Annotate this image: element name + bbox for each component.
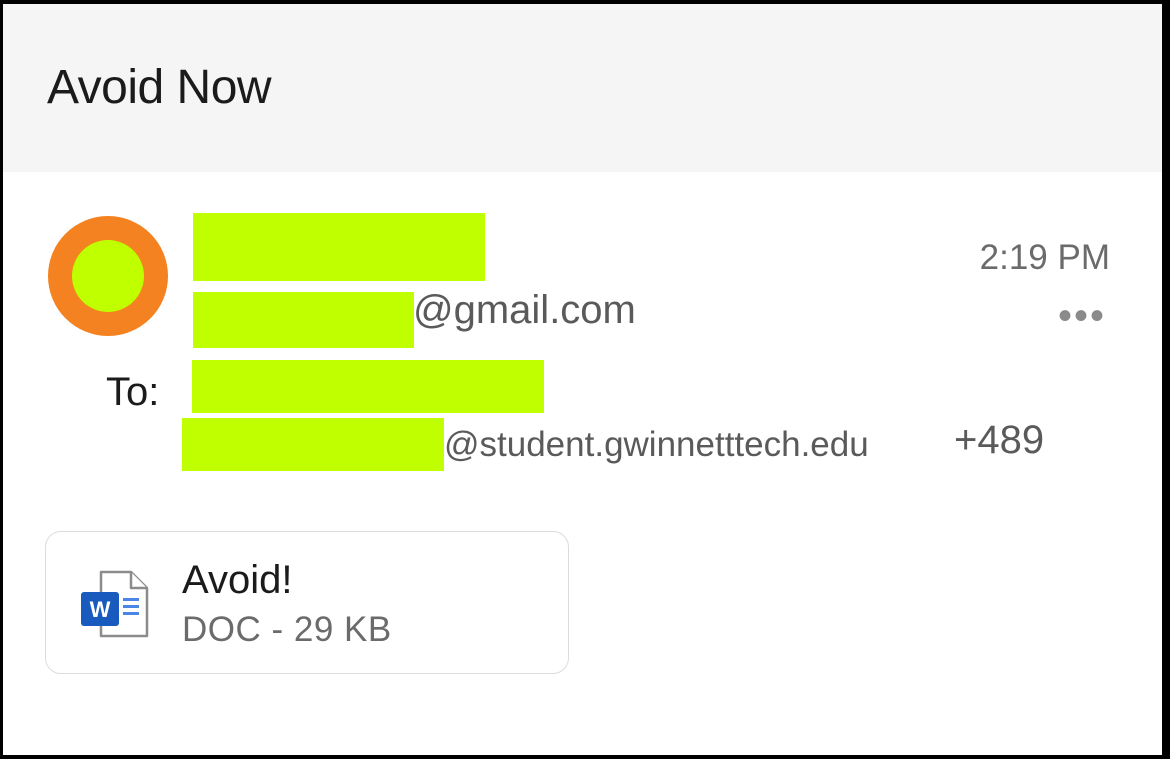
sender-avatar[interactable] bbox=[48, 216, 168, 336]
message-header: Avoid Now bbox=[3, 4, 1162, 172]
attachment-name: Avoid! bbox=[182, 558, 293, 602]
sender-email-domain[interactable]: @gmail.com bbox=[413, 288, 636, 333]
word-doc-icon: W bbox=[81, 570, 149, 638]
avatar-redaction bbox=[72, 240, 144, 312]
more-recipients-count[interactable]: +489 bbox=[954, 418, 1044, 463]
sender-email-redaction bbox=[193, 292, 414, 348]
email-view: Avoid Now @gmail.com 2:19 PM ••• To: @st… bbox=[3, 4, 1162, 755]
sender-name-redaction bbox=[193, 213, 485, 281]
recipient-email-domain[interactable]: @student.gwinnetttech.edu bbox=[444, 425, 869, 465]
more-options-icon[interactable]: ••• bbox=[1058, 296, 1106, 336]
email-subject: Avoid Now bbox=[47, 61, 272, 114]
to-label: To: bbox=[106, 370, 160, 414]
attachment-meta: DOC - 29 KB bbox=[182, 610, 392, 649]
email-time: 2:19 PM bbox=[979, 238, 1110, 277]
attachment-card[interactable]: W Avoid! DOC - 29 KB bbox=[45, 531, 569, 674]
recipient-email-redaction bbox=[182, 418, 444, 471]
svg-text:W: W bbox=[90, 597, 111, 622]
recipient-name-redaction bbox=[192, 360, 544, 413]
